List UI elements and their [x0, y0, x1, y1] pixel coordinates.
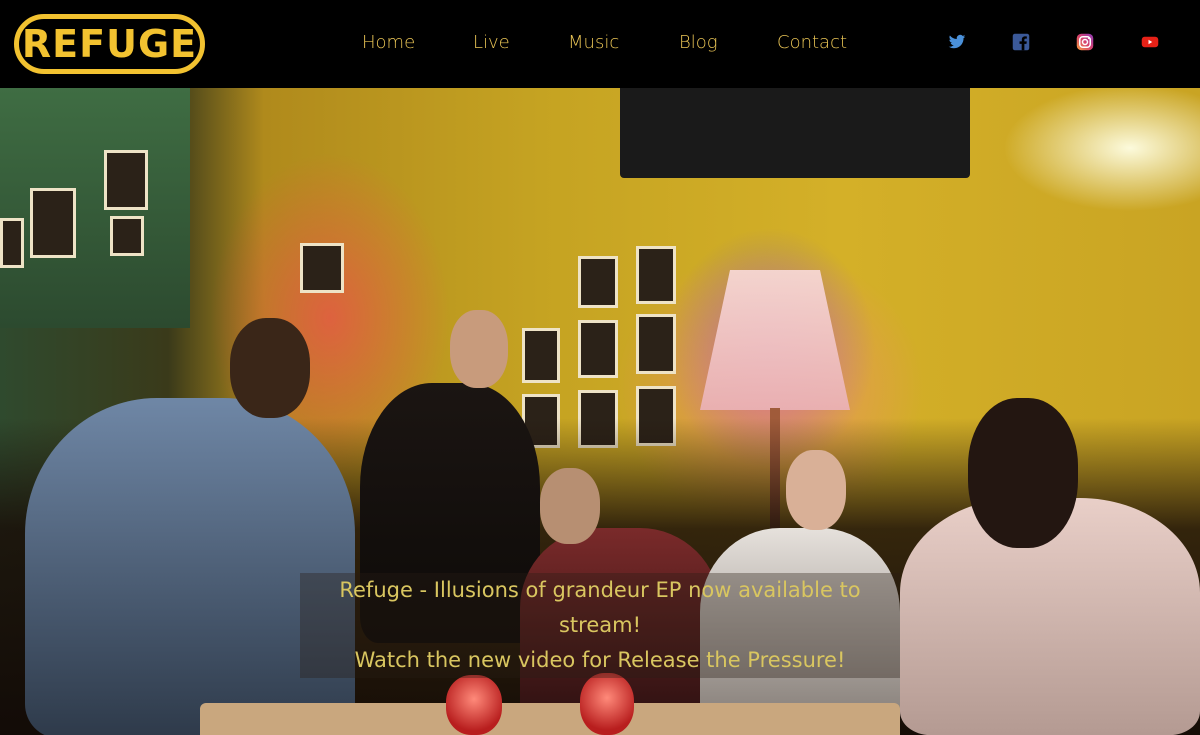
wall-frame: [578, 320, 618, 378]
wall-frame: [300, 243, 344, 293]
table: [200, 703, 900, 735]
hero-caption-line1: Refuge - Illusions of grandeur EP now av…: [339, 578, 861, 637]
band-member: [25, 398, 355, 735]
wall-frame: [104, 150, 148, 210]
band-member-head: [968, 398, 1078, 548]
logo[interactable]: REFUGE: [14, 14, 205, 74]
lamp-shade: [700, 270, 850, 410]
wall-frame: [0, 218, 24, 268]
band-member-head: [540, 468, 600, 544]
nav-contact[interactable]: Contact: [777, 31, 847, 55]
youtube-icon[interactable]: [1141, 33, 1159, 51]
candle: [446, 675, 502, 735]
band-member-head: [230, 318, 310, 418]
wall-frame: [578, 256, 618, 308]
wall-frame: [522, 328, 560, 383]
wall-frame: [636, 314, 676, 374]
band-member-head: [786, 450, 846, 530]
nav-music[interactable]: Music: [568, 31, 619, 55]
logo-text: REFUGE: [21, 22, 198, 66]
hero-caption-line2: Watch the new video for Release the Pres…: [354, 648, 846, 672]
wall-frame: [30, 188, 76, 258]
green-wall: [0, 88, 190, 328]
hero-image: Refuge - Illusions of grandeur EP now av…: [0, 88, 1200, 735]
band-member-head: [450, 310, 508, 388]
site-header: REFUGE Home Live Music Blog Contact: [0, 0, 1200, 88]
tv-screen: [620, 88, 970, 178]
instagram-icon[interactable]: [1076, 33, 1094, 51]
candle: [580, 673, 634, 735]
wall-frame: [110, 216, 144, 256]
hero-caption: Refuge - Illusions of grandeur EP now av…: [300, 573, 900, 678]
nav-live[interactable]: Live: [473, 31, 510, 55]
twitter-icon[interactable]: [948, 33, 966, 51]
nav-blog[interactable]: Blog: [679, 31, 718, 55]
wall-frame: [636, 246, 676, 304]
facebook-icon[interactable]: [1012, 33, 1030, 51]
nav-home[interactable]: Home: [362, 31, 415, 55]
